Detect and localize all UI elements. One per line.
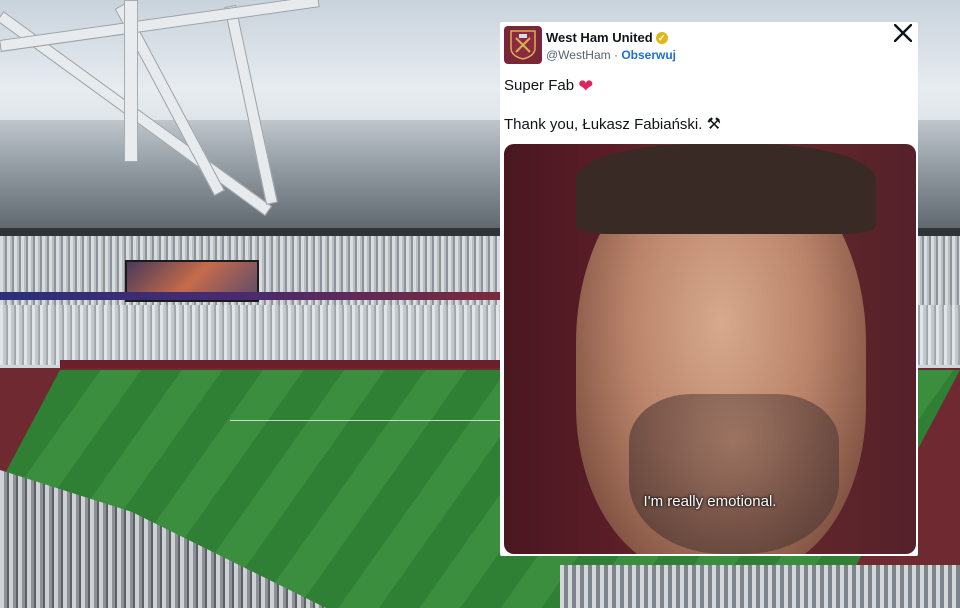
tweet-text-line-2: Thank you, Łukasz Fabiański. ⚒ xyxy=(504,114,721,134)
media-subtitle: I'm really emotional. xyxy=(643,493,777,510)
west-ham-crest-icon xyxy=(510,30,536,60)
handle-row: @WestHam · Obserwuj xyxy=(546,48,676,62)
x-logo-icon xyxy=(893,23,913,43)
club-crest-avatar[interactable] xyxy=(504,26,542,64)
tweet-text-line-1: Super Fab ❤ xyxy=(504,76,593,97)
player-hair xyxy=(576,144,876,234)
verified-badge-icon: ✓ xyxy=(655,31,668,44)
account-name-row[interactable]: West Ham United ✓ xyxy=(546,30,668,45)
close-icon[interactable] xyxy=(892,23,914,46)
roof-mast xyxy=(124,0,138,162)
tweet-text-super-fab: Super Fab xyxy=(504,77,575,94)
account-handle[interactable]: @WestHam xyxy=(546,48,611,62)
separator-dot: · xyxy=(613,48,618,62)
pitch-line xyxy=(230,420,500,421)
hammers-icon: ⚒ xyxy=(706,116,721,133)
red-heart-icon: ❤ xyxy=(578,76,594,96)
ad-banner xyxy=(0,292,500,300)
tweet-card: West Ham United ✓ @WestHam · Obserwuj Su… xyxy=(500,22,918,556)
player-stubble xyxy=(629,394,839,554)
tweet-text-thank-you: Thank you, Łukasz Fabiański. xyxy=(504,116,703,133)
tweet-media-gif[interactable]: I'm really emotional. xyxy=(504,144,916,554)
account-display-name[interactable]: West Ham United xyxy=(546,30,653,45)
follow-button[interactable]: Obserwuj xyxy=(621,48,676,62)
foreground-crowd-right xyxy=(560,565,960,608)
